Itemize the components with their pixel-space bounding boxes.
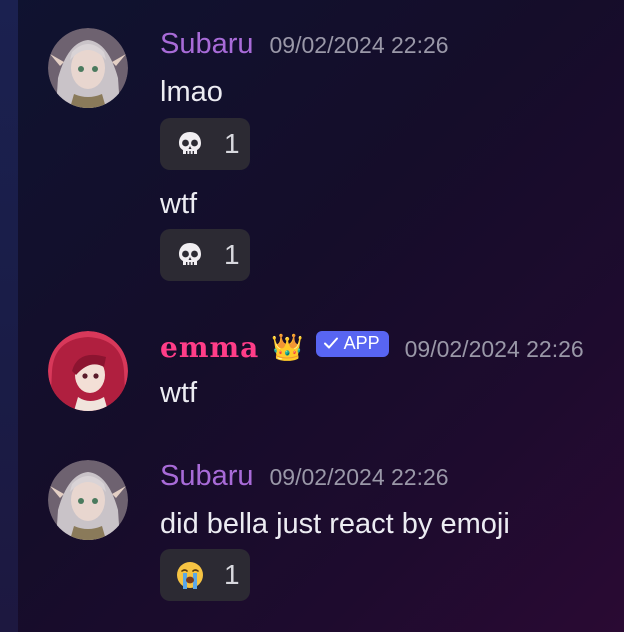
message-text: wtf: [160, 377, 198, 409]
username[interactable]: Subaru: [160, 28, 254, 61]
avatar-subaru[interactable]: [48, 460, 128, 540]
app-badge-label: APP: [343, 332, 380, 353]
crown-icon: 👑: [271, 332, 304, 362]
message-group-emma: emma 👑 APP 09/02/2024 22:26 wtf: [48, 330, 608, 421]
server-sidebar-edge: [0, 0, 18, 632]
username[interactable]: emma: [160, 331, 259, 364]
skull-icon: [174, 128, 206, 160]
reaction-count: 1: [224, 559, 240, 590]
message-text: lmao: [160, 76, 223, 108]
message-text: wtf: [160, 188, 198, 220]
reaction-crying[interactable]: 1: [160, 549, 250, 601]
message-text: did bella just react by emoji: [160, 508, 510, 540]
skull-icon: [174, 239, 206, 271]
reaction-skull[interactable]: 1: [160, 118, 250, 170]
reaction-count: 1: [224, 239, 240, 270]
timestamp: 09/02/2024 22:26: [269, 32, 449, 58]
reaction-count: 1: [224, 128, 240, 159]
loudly-crying-face-icon: [174, 559, 206, 591]
avatar-subaru[interactable]: [48, 28, 128, 108]
timestamp: 09/02/2024 22:26: [404, 336, 584, 362]
reaction-skull[interactable]: 1: [160, 229, 250, 281]
checkmark-icon: [323, 337, 338, 349]
message-group-subaru-2: Subaru 09/02/2024 22:26 did bella just r…: [48, 460, 608, 610]
avatar-emma[interactable]: [48, 331, 128, 411]
username[interactable]: Subaru: [160, 460, 254, 493]
timestamp: 09/02/2024 22:26: [269, 464, 449, 490]
message-group-subaru-1: Subaru 09/02/2024 22:26 lmao 1 wtf 1: [48, 28, 608, 288]
app-badge: APP: [315, 330, 389, 357]
